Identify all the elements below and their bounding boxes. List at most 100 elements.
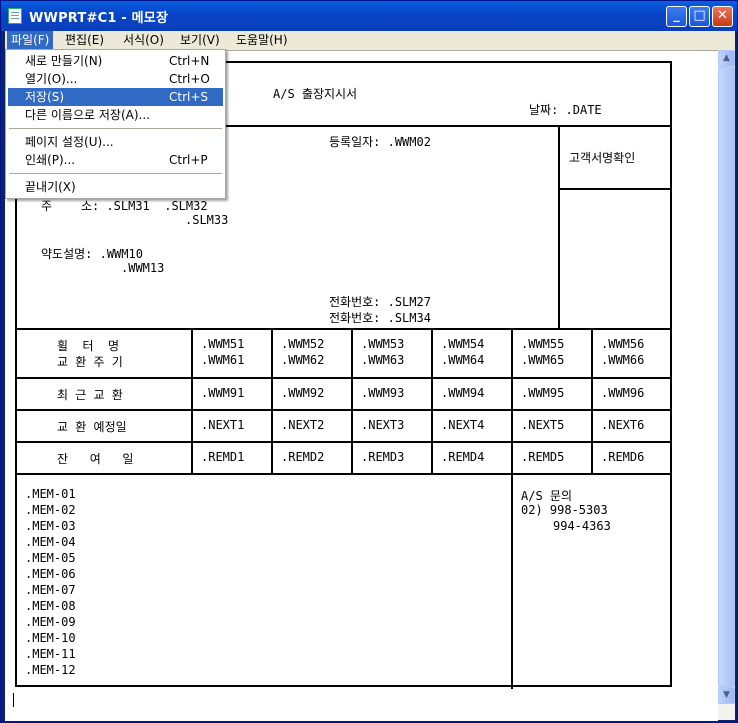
scroll-up-arrow-icon[interactable]: ▲: [718, 50, 735, 67]
menu-file[interactable]: 파일(F): [7, 31, 54, 50]
table-cell: .WWM61: [201, 353, 245, 367]
table-cell: .REMD3: [361, 450, 405, 464]
divider: [17, 473, 670, 475]
size-grip-icon[interactable]: [718, 703, 735, 720]
form-date: 날짜: .DATE: [529, 103, 602, 117]
table-cell: .WWM65: [521, 353, 565, 367]
table-cell: .REMD6: [601, 450, 645, 464]
memo-line: .MEM-08: [25, 599, 76, 613]
table-cell: .NEXT3: [361, 418, 405, 432]
vertical-scrollbar[interactable]: ▲ ▼: [718, 50, 735, 720]
table-cell: .REMD4: [441, 450, 485, 464]
divider: [17, 441, 670, 443]
menu-bar: 파일(F) 편집(E) 서식(O) 보기(V) 도움말(H): [5, 31, 735, 50]
divider: [17, 409, 670, 411]
map-line1: 약도설명: .WWM10: [41, 247, 143, 261]
menu-view[interactable]: 보기(V): [176, 31, 224, 50]
title-bar[interactable]: WWPRT#C1 - 메모장 _ □ ✕: [1, 1, 737, 31]
row-label: 교 환 주 기: [57, 355, 123, 369]
menu-item-open[interactable]: 열기(O)... Ctrl+O: [8, 70, 223, 88]
table-cell: .WWM53: [361, 337, 405, 351]
table-cell: .REMD2: [281, 450, 325, 464]
menu-separator: [9, 128, 222, 130]
scroll-thumb[interactable]: [718, 67, 735, 687]
table-cell: .WWM66: [601, 353, 645, 367]
table-cell: .WWM91: [201, 386, 245, 400]
table-cell: .WWM94: [441, 386, 485, 400]
file-menu-dropdown: 새로 만들기(N) Ctrl+N 열기(O)... Ctrl+O 저장(S) C…: [5, 49, 226, 199]
menu-item-new[interactable]: 새로 만들기(N) Ctrl+N: [8, 52, 223, 70]
menu-format[interactable]: 서식(O): [119, 31, 168, 50]
row-label: 최 근 교 환: [57, 388, 123, 402]
memo-line: .MEM-05: [25, 551, 76, 565]
text-caret: [13, 693, 14, 707]
phone-1: 전화번호: .SLM27: [329, 295, 431, 309]
address-line2: .SLM33: [185, 213, 229, 227]
divider: [558, 125, 560, 328]
table-cell: .WWM52: [281, 337, 325, 351]
menu-item-label: 열기(O)...: [25, 72, 78, 86]
minimize-button[interactable]: _: [666, 6, 687, 27]
table-cell: .WWM56: [601, 337, 645, 351]
row-label: 휠 터 명: [57, 339, 120, 353]
table-cell: .NEXT6: [601, 418, 645, 432]
form-title: A/S 출장지시서: [273, 87, 358, 101]
table-cell: .WWM51: [201, 337, 245, 351]
phone-2: 전화번호: .SLM34: [329, 311, 431, 325]
menu-separator: [9, 173, 222, 175]
row-label: 잔 여 일: [57, 452, 134, 466]
table-cell: .NEXT1: [201, 418, 245, 432]
scroll-down-arrow-icon[interactable]: ▼: [718, 687, 735, 704]
divider: [591, 328, 593, 473]
memo-line: .MEM-11: [25, 647, 76, 661]
memo-line: .MEM-04: [25, 535, 76, 549]
row-label: 교 환 예정일: [57, 420, 127, 434]
memo-line: .MEM-10: [25, 631, 76, 645]
menu-help[interactable]: 도움말(H): [232, 31, 292, 50]
menu-item-shortcut: Ctrl+O: [169, 72, 210, 86]
menu-item-save-as[interactable]: 다른 이름으로 저장(A)...: [8, 106, 223, 124]
memo-line: .MEM-02: [25, 503, 76, 517]
maximize-button[interactable]: □: [689, 6, 710, 27]
table-cell: .WWM54: [441, 337, 485, 351]
notepad-icon: [8, 8, 22, 24]
memo-line: .MEM-03: [25, 519, 76, 533]
notepad-window: WWPRT#C1 - 메모장 _ □ ✕ 파일(F) 편집(E) 서식(O) 보…: [0, 0, 738, 723]
table-cell: .WWM92: [281, 386, 325, 400]
window-title: WWPRT#C1 - 메모장: [29, 11, 169, 26]
divider: [511, 328, 513, 689]
menu-item-save[interactable]: 저장(S) Ctrl+S: [8, 88, 223, 106]
divider: [431, 328, 433, 473]
menu-item-exit[interactable]: 끝내기(X): [8, 178, 223, 196]
table-cell: .REMD1: [201, 450, 245, 464]
memo-line: .MEM-01: [25, 487, 76, 501]
divider: [191, 328, 193, 473]
menu-item-label: 저장(S): [25, 90, 65, 104]
memo-line: .MEM-09: [25, 615, 76, 629]
close-button[interactable]: ✕: [712, 6, 733, 27]
table-cell: .WWM62: [281, 353, 325, 367]
menu-item-print[interactable]: 인쇄(P)... Ctrl+P: [8, 151, 223, 169]
divider: [271, 328, 273, 473]
menu-item-label: 새로 만들기(N): [25, 54, 103, 68]
menu-item-label: 다른 이름으로 저장(A)...: [25, 108, 150, 122]
address-line1: 주 소: .SLM31 .SLM32: [41, 199, 208, 213]
memo-line: .MEM-07: [25, 583, 76, 597]
table-cell: .NEXT4: [441, 418, 485, 432]
menu-item-shortcut: Ctrl+P: [169, 153, 208, 167]
memo-line: .MEM-06: [25, 567, 76, 581]
table-cell: .WWM96: [601, 386, 645, 400]
table-cell: .NEXT5: [521, 418, 565, 432]
divider: [17, 328, 670, 330]
memo-line: .MEM-12: [25, 663, 76, 677]
divider: [17, 377, 670, 379]
menu-item-shortcut: Ctrl+N: [169, 54, 210, 68]
menu-edit[interactable]: 편집(E): [61, 31, 108, 50]
table-cell: .WWM55: [521, 337, 565, 351]
menu-item-label: 끝내기(X): [25, 180, 76, 194]
customer-sign-label: 고객서명확인: [569, 151, 636, 165]
table-cell: .WWM93: [361, 386, 405, 400]
menu-item-shortcut: Ctrl+S: [169, 90, 209, 104]
menu-item-page-setup[interactable]: 페이지 설정(U)...: [8, 133, 223, 151]
table-cell: .NEXT2: [281, 418, 325, 432]
